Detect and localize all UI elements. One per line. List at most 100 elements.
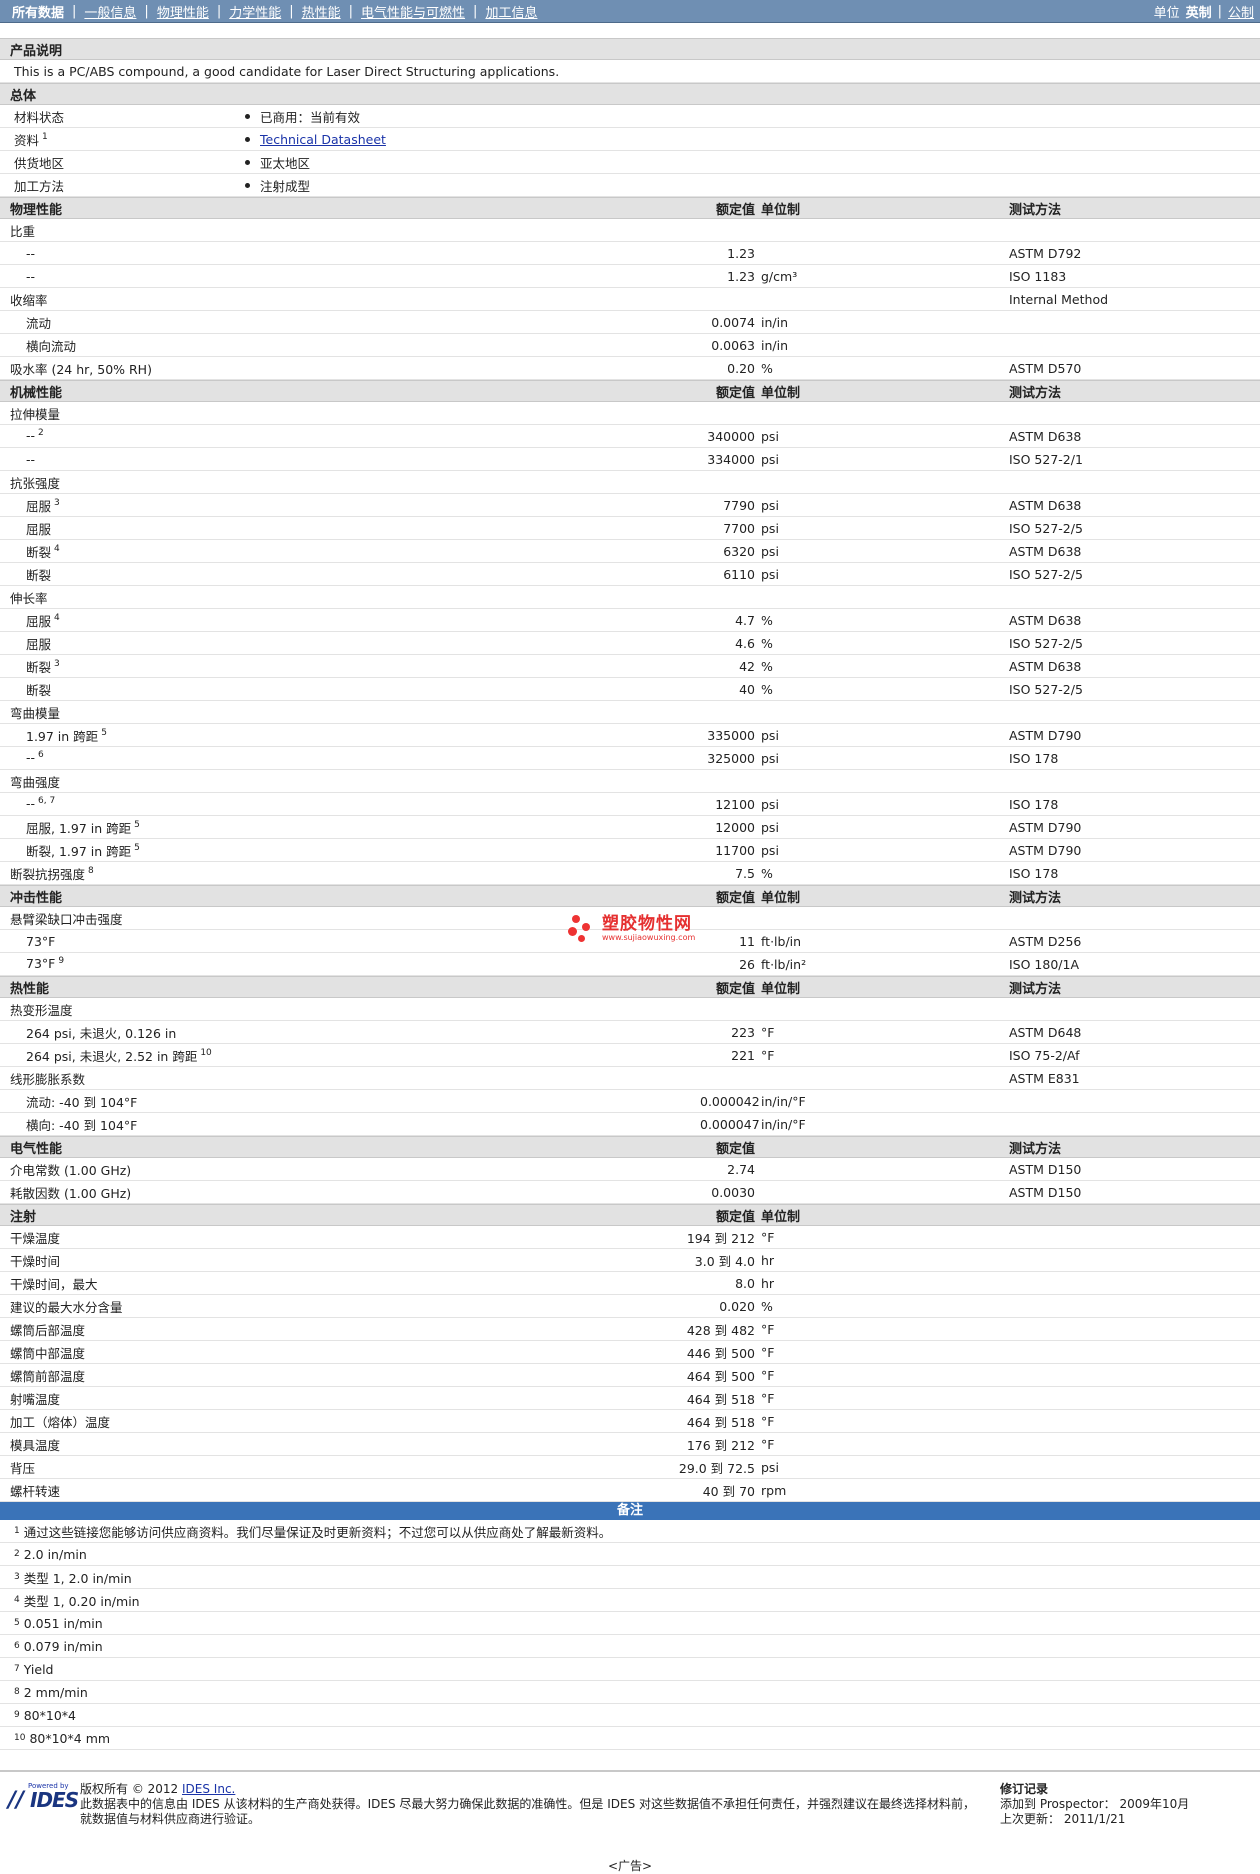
column-value-header: 额定值 [715,202,755,218]
property-name: 屈服 [26,521,52,537]
property-value: 7790 [723,497,755,513]
property-value: 0.20 [727,360,755,376]
property-unit: psi [761,520,779,536]
unit-metric[interactable]: 公制 [1228,2,1254,21]
property-row: 收缩率 Internal Method [0,288,1260,311]
property-row: -- 1.23 ASTM D792 [0,242,1260,265]
footnote-ref: 4 [54,544,60,555]
property-name: -- 6 [26,750,44,766]
column-unit-header: 单位制 [761,1209,801,1225]
property-unit: psi [761,566,779,582]
property-value: 335000 [707,727,755,743]
nav-general-info[interactable]: 一般信息 [76,2,144,21]
property-value: 223 [731,1024,755,1040]
property-row: 螺筒后部温度 428 到 482 °F [0,1318,1260,1341]
property-method: ISO 180/1A [1009,956,1080,972]
nav-mechanical[interactable]: 力学性能 [221,2,289,21]
property-name: 1.97 in 跨距 5 [26,728,107,744]
footnote-ref: 3 [54,498,60,509]
property-value: 3.0 到 4.0 [694,1253,755,1269]
property-value: 12000 [715,819,755,835]
property-name: 流动 [26,315,52,331]
property-row: 建议的最大水分含量 0.020% [0,1295,1260,1318]
notes-list: 1 通过这些链接您能够访问供应商资料。我们尽量保证及时更新资料；不过您可以从供应商… [0,1520,1260,1750]
property-unit: psi [761,727,779,743]
nav-all-data[interactable]: 所有数据 [12,2,72,21]
note-number: 10 [14,1733,26,1743]
property-method: ASTM D638 [1009,543,1082,559]
technical-datasheet-link[interactable]: Technical Datasheet [260,132,386,147]
property-name: 线形膨胀系数 [10,1071,86,1087]
mechanical-section: 机械性能 额定值 单位制 测试方法 拉伸模量 -- 2 340000 psi ASTM D638-… [0,380,1260,885]
property-value: 11 [739,933,755,949]
ides-inc-link[interactable]: IDES Inc. [182,1782,235,1796]
property-value: 11700 [715,842,755,858]
property-row: 弯曲强度 [0,770,1260,793]
general-row-value: 注射成型 [245,176,310,195]
property-value: 1.23 [727,245,755,261]
ides-logo[interactable]: Powered by // IDES [8,1782,79,1822]
nav-electrical[interactable]: 电气性能与可燃性 [353,2,473,21]
property-unit: g/cm³ [761,268,798,284]
property-name: 干燥时间，最大 [10,1276,98,1292]
property-row: -- 2 340000 psi ASTM D638 [0,425,1260,448]
property-method: ASTM D256 [1009,933,1082,949]
property-value: 0.020 [719,1298,755,1314]
disclaimer: 此数据表中的信息由 IDES 从该材料的生产商处获得。IDES 尽最大努力确保此… [80,1797,976,1826]
property-value: 26 [739,956,755,972]
note-text: 80*10*4 mm [29,1730,111,1746]
thermal-section: 热性能 额定值 单位制 测试方法 热变形温度 264 psi, 未退火, 0.126 in… [0,976,1260,1136]
property-name: 抗张强度 [10,475,61,491]
property-row: 屈服 4.6% ISO 527-2/5 [0,632,1260,655]
property-row: 螺杆转速 40 到 70 rpm [0,1479,1260,1502]
property-name: 射嘴温度 [10,1391,61,1407]
column-value-header: 额定值 [715,890,755,906]
column-method-header: 测试方法 [1009,385,1062,401]
property-name: 建议的最大水分含量 [10,1299,123,1315]
note-text: 0.051 in/min [23,1615,103,1631]
property-row: 屈服 7700 psi ISO 527-2/5 [0,517,1260,540]
property-name: 流动: -40 到 104°F [26,1094,138,1110]
product-header: 产品说明 [0,38,1260,60]
nav-processing[interactable]: 加工信息 [477,2,545,21]
property-row: 介电常数 (1.00 GHz) 2.74 ASTM D150 [0,1158,1260,1181]
property-method: ASTM D638 [1009,428,1082,444]
unit-english[interactable]: 英制 [1186,2,1212,21]
property-value: 6320 [723,543,755,559]
watermark: 塑胶物性网 www.sujiaowuxing.com [568,913,695,943]
general-row-value: Technical Datasheet [245,132,386,147]
property-unit: in/in [761,337,789,353]
property-row: 断裂抗拐强度 8 7.5% ISO 178 [0,862,1260,885]
general-row-label: 资料 1 [14,132,48,148]
note-item: 6 0.079 in/min [0,1635,1260,1658]
property-method: ISO 527-2/5 [1009,635,1083,651]
property-row: 断裂 40% ISO 527-2/5 [0,678,1260,701]
footnote-ref: 8 [88,866,94,877]
revision-block: 修订记录 添加到 Prospector： 2009年10月 上次更新： 2011… [1000,1782,1190,1826]
property-method: ASTM D638 [1009,612,1082,628]
property-value: 2.74 [727,1161,755,1177]
property-value: 42 [739,658,755,674]
property-unit: psi [761,796,779,812]
property-unit: ft·lb/in² [761,956,807,972]
note-text: 2 mm/min [23,1684,88,1700]
nav-thermal[interactable]: 热性能 [294,2,349,21]
property-name: 螺筒中部温度 [10,1345,86,1361]
nav-physical[interactable]: 物理性能 [149,2,217,21]
unit-switcher: 单位 英制 | 公制 [1153,2,1254,21]
bullet-icon [245,159,250,165]
property-unit: °F [761,1367,775,1383]
note-item: 1 通过这些链接您能够访问供应商资料。我们尽量保证及时更新资料；不过您可以从供应商… [0,1520,1260,1543]
footnote-ref: 6, 7 [38,796,56,807]
property-value: 194 到 212 [686,1230,755,1246]
property-name: -- [26,268,36,284]
property-unit: in/in [761,314,789,330]
property-method: ASTM D792 [1009,245,1082,261]
bullet-icon [245,182,250,188]
property-value: 464 到 500 [686,1368,755,1384]
column-unit-header: 单位制 [761,981,801,997]
property-row: -- 6, 7 12100 psi ISO 178 [0,793,1260,816]
property-method: ASTM D790 [1009,819,1082,835]
property-value: 0.0063 [711,337,755,353]
property-value: 40 到 70 [702,1483,755,1499]
